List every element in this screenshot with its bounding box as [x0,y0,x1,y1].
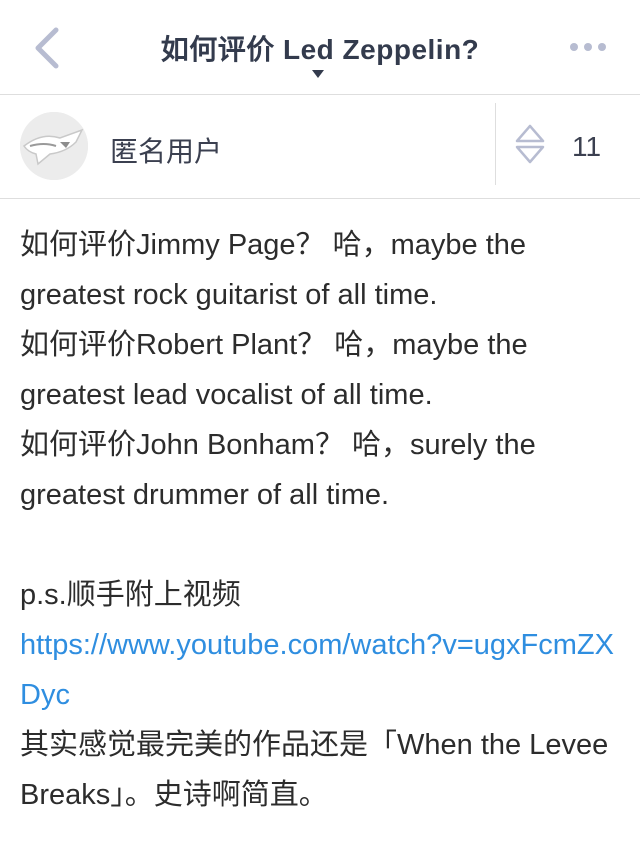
dot-icon [570,43,578,51]
dot-icon [584,43,592,51]
ps-note: p.s.顺手附上视频 [20,579,241,611]
answer-paragraph: 如何评价Jimmy Page？ 哈，maybe the greatest roc… [20,229,527,311]
vote-arrows-icon [515,124,545,164]
vote-button[interactable] [512,123,548,165]
answer-paragraph: 如何评价Robert Plant？ 哈，maybe the greatest l… [20,329,528,411]
video-link[interactable]: https://www.youtube.com/watch?v=ugxFcmZX… [20,629,614,711]
dot-icon [598,43,606,51]
anonymous-avatar-icon [20,112,88,180]
page-title[interactable]: 如何评价 Led Zeppelin? [120,28,520,68]
answer-paragraph: 如何评价John Bonham？ 哈，surely the greatest d… [20,429,536,511]
navigation-bar: 如何评价 Led Zeppelin? [0,0,640,95]
closing-paragraph: 其实感觉最完美的作品还是「When the Levee Breaks」。史诗啊简… [20,729,609,811]
back-button[interactable] [28,26,68,70]
caret-down-icon[interactable] [312,70,324,78]
chevron-left-icon [35,27,59,69]
vote-count: 11 [572,131,602,162]
divider [495,103,496,185]
more-button[interactable] [570,38,616,58]
author-name[interactable]: 匿名用户 [110,130,222,170]
author-bar: 匿名用户 11 [0,95,640,199]
answer-content: 如何评价Jimmy Page？ 哈，maybe the greatest roc… [20,220,624,820]
avatar[interactable] [20,112,88,180]
